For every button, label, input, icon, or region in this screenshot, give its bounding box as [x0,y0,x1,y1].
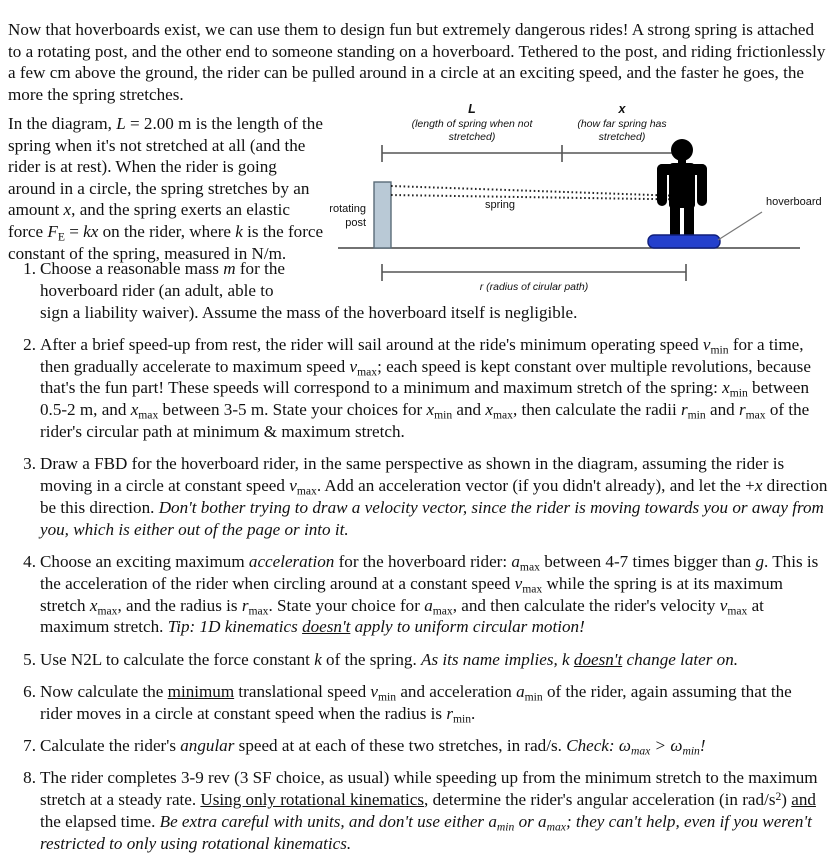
intro-paragraph: Now that hoverboards exist, we can use t… [8,20,826,104]
rotating-post-label-line2: post [345,217,366,229]
hoverboard-label: hoverboard [766,196,822,208]
setup-text-d: on the rider, where [98,222,236,242]
question-item-4: 4. Choose an exciting maximum accelerati… [10,551,828,638]
symbol-kx: kx [83,222,99,242]
question-item-5: 5. Use N2L to calculate the force consta… [10,649,828,671]
top-dimension-line [381,145,683,162]
question-item-8: 8. The rider completes 3-9 rev (3 SF cho… [10,767,828,854]
rider-figure [657,139,707,240]
figure-label-L: L [468,102,476,116]
figure-label-x: x [618,102,627,116]
symbol-L: L [116,114,126,134]
question-number-7: 7. [23,736,36,756]
symbol-x: x [63,200,72,220]
setup-text-a: In the diagram, [8,114,117,134]
question-number-6: 6. [23,682,36,702]
setup-paragraph: In the diagram, L = 2.00 m is the length… [8,113,326,264]
figure-label-x-desc-1: (how far spring has [577,118,667,130]
question-item-7: 7. Calculate the rider's angular speed a… [10,735,828,757]
question-body-6: Now calculate the minimum translational … [40,682,792,726]
question-item-1: 1. Choose a reasonable mass m for the hov… [10,258,828,323]
symbol-k: k [235,222,243,242]
question-number-3: 3. [23,454,36,474]
hoverboard [647,234,721,249]
figure-label-L-desc-1: (length of spring when not [412,118,534,130]
rotating-post [373,181,392,249]
spring-coils [390,185,683,201]
question-body-8: The rider completes 3-9 rev (3 SF choice… [40,768,818,853]
question-number-1: 1. [23,259,36,278]
question-number-4: 4. [23,552,36,572]
question-body-2: After a brief speed-up from rest, the ri… [40,334,811,442]
figure-label-x-desc-2: stretched) [599,131,646,143]
question-number-5: 5. [23,649,36,669]
spring-label: spring [485,199,515,211]
question-body-7: Calculate the rider's angular speed at a… [40,736,706,758]
rotating-post-label-line1: rotating [330,203,366,215]
question-body-3: Draw a FBD for the hoverboard rider, in … [40,454,828,539]
question-list: 1. Choose a reasonable mass m for the hov… [10,258,828,865]
question-number-2: 2. [23,334,36,354]
symbol-F-subscript: E [57,230,65,244]
question-item-3: 3. Draw a FBD for the hoverboard rider, … [10,453,828,540]
question-body-4: Choose an exciting maximum acceleration … [40,552,819,637]
question-item-6: 6. Now calculate the minimum translation… [10,681,828,725]
question-number-8: 8. [23,768,36,788]
question-item-2: 2. After a brief speed-up from rest, the… [10,334,828,443]
question-body-1: Choose a reasonable mass m for the hoverb… [40,259,578,322]
question-body-5: Use N2L to calculate the force constant … [40,649,739,669]
document-page: Now that hoverboards exist, we can use t… [0,0,828,853]
setup-equals: = [64,222,84,242]
figure-label-L-desc-2: stretched) [449,131,496,143]
hoverboard-leader-line [717,211,763,241]
symbol-F: F [47,222,58,242]
